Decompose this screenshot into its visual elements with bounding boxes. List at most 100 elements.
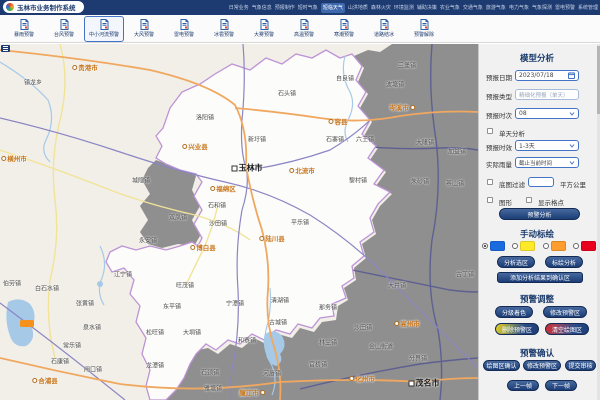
toolbar-item-label: 寒潮预警 — [334, 31, 354, 38]
city-marker-icon — [1, 156, 6, 161]
toolbar-item-2[interactable]: 台风预警 — [44, 16, 84, 42]
topnav-item-5[interactable]: 短临天气 — [321, 3, 345, 13]
topnav-item-11[interactable]: 交通气象 — [463, 4, 483, 11]
level-color-button[interactable]: 分级着色 — [495, 306, 533, 318]
toolbar-item-7[interactable]: 大雾预警 — [244, 16, 284, 42]
warning-doc-icon — [300, 19, 309, 30]
graph-label: 图形 — [499, 197, 512, 207]
chevron-down-icon — [569, 112, 575, 116]
toolbar-item-label: 暴雨预警 — [14, 31, 34, 38]
modify-warning-area-button[interactable]: 修改预警区 — [543, 306, 587, 318]
city-marker-icon — [260, 390, 265, 395]
single-day-checkbox[interactable] — [487, 128, 493, 134]
toolbar-item-label: 冰雹预警 — [214, 31, 234, 38]
toolbar-item-11[interactable]: 预警解除 — [404, 16, 444, 42]
map-label-57: 白石水镇 — [35, 284, 59, 293]
submit-review-button[interactable]: 提交审核 — [565, 360, 596, 371]
prefecture-marker-icon — [232, 165, 238, 171]
forecast-time-row: 预报时次 08 — [479, 108, 600, 120]
forecast-type-input[interactable]: 精细化预报（单天） — [515, 89, 579, 100]
map-label-34: 宁潭镇 — [226, 299, 244, 308]
toolbar-item-6[interactable]: 冰雹预警 — [204, 16, 244, 42]
topnav-item-2[interactable]: 气象信息 — [252, 4, 272, 11]
toolbar-item-8[interactable]: 高温预警 — [284, 16, 324, 42]
radio-icon[interactable] — [573, 243, 579, 249]
radio-icon[interactable] — [512, 243, 518, 249]
toolbar-item-10[interactable]: 道路结冰 — [364, 16, 404, 42]
app-title: 玉林市业务制作系统 — [17, 2, 76, 12]
toolbar-item-4[interactable]: 大风预警 — [124, 16, 164, 42]
chevron-down-icon — [569, 161, 575, 165]
forecast-date-input[interactable]: 2023/07/18 — [515, 70, 579, 81]
delete-warning-area-button[interactable]: 删除预警区 — [495, 323, 539, 335]
toolbar-item-label: 雷电预警 — [174, 31, 194, 38]
map-label-7: 兴业县 — [182, 141, 208, 151]
map-label-1: 贵港市 — [72, 62, 98, 72]
topnav-item-1[interactable]: 日常业务 — [229, 4, 249, 11]
single-day-row: 单天分析 — [479, 126, 600, 138]
map-label-26: 沙田镇 — [209, 219, 227, 228]
radio-icon[interactable] — [543, 243, 549, 249]
map-label-19: 黎村镇 — [349, 176, 367, 185]
graph-checkbox[interactable] — [487, 197, 493, 203]
topnav-item-14[interactable]: 气象探测 — [532, 4, 552, 11]
map-label-56: 伯劳镇 — [3, 279, 21, 288]
city-marker-icon — [32, 378, 37, 383]
map-label-59: 泉水镇 — [83, 323, 101, 332]
map-label-16: 六王镇 — [356, 135, 374, 144]
map-layers-control[interactable] — [1, 45, 10, 52]
toolbar-item-3[interactable]: 中小河流预警 — [84, 16, 124, 42]
grid-checkbox[interactable] — [526, 197, 532, 203]
map-label-2: 横州市 — [1, 153, 27, 163]
topnav-item-16[interactable]: 系统管理 — [578, 4, 598, 11]
validity-select[interactable]: 1-3天 — [515, 140, 579, 151]
filter-checkbox[interactable] — [487, 179, 493, 185]
map-label-21: 茶山镇 — [446, 179, 464, 188]
toolbar-item-1[interactable]: 暴雨预警 — [4, 16, 44, 42]
topnav-item-15[interactable]: 雷电预警 — [555, 4, 575, 11]
validity-row: 预报时效 1-3天 — [479, 140, 600, 152]
add-result-button[interactable]: 添加分析结果到确认区 — [497, 272, 583, 283]
topnav-item-13[interactable]: 电力气象 — [509, 4, 529, 11]
radio-icon[interactable] — [482, 243, 488, 249]
map-label-17: 大隆镇 — [416, 138, 434, 147]
forecast-time-select[interactable]: 08 — [515, 108, 579, 119]
map-label-62: 闸口镇 — [84, 365, 102, 374]
map-label-43: 河唇镇 — [263, 369, 281, 378]
map-area[interactable]: 贵港市横州市镇龙乡洛阳镇石头镇新圩镇兴业县玉林市北流市容县自良镇三堡镇波塘镇岑溪… — [0, 44, 478, 400]
map-label-30: 博白县 — [190, 242, 216, 252]
toolbar-item-label: 大风预警 — [134, 31, 154, 38]
clear-draw-area-button[interactable]: 清空绘图区 — [545, 323, 589, 335]
city-marker-icon — [410, 105, 415, 110]
rain-select[interactable]: 截止当前时间 — [515, 157, 579, 168]
map-label-39: 大垌镇 — [183, 328, 201, 337]
draw-color-option-4[interactable] — [573, 241, 596, 251]
map-label-29: 永安镇 — [139, 236, 157, 245]
topnav-item-4[interactable]: 短时气象 — [298, 4, 318, 11]
draw-color-option-1[interactable] — [482, 241, 505, 251]
city-marker-icon — [72, 65, 77, 70]
warning-analyze-button[interactable]: 预警分析 — [499, 208, 580, 220]
topnav-item-9[interactable]: 辅助决策 — [417, 4, 437, 11]
topnav-item-6[interactable]: 山洪地质 — [348, 4, 368, 11]
filter-area-input[interactable] — [528, 177, 554, 187]
draw-area-confirm-button[interactable]: 绘图区确认 — [483, 360, 520, 371]
topnav-item-7[interactable]: 森林火灾 — [371, 4, 391, 11]
next-frame-button[interactable]: 下一帧 — [545, 380, 577, 391]
toolbar-item-label: 台风预警 — [54, 31, 74, 38]
draw-analyze-button[interactable]: 标绘分析 — [545, 256, 583, 268]
modify-confirm-button[interactable]: 修改预警区 — [523, 360, 561, 371]
topnav-item-8[interactable]: 环境监测 — [394, 4, 414, 11]
rain-row: 实际雨量 截止当前时间 — [479, 157, 600, 169]
draw-color-option-3[interactable] — [543, 241, 566, 251]
prev-frame-button[interactable]: 上一帧 — [507, 380, 539, 391]
topnav-item-12[interactable]: 旅游气象 — [486, 4, 506, 11]
map-label-8: 玉林市 — [232, 163, 263, 174]
toolbar-item-5[interactable]: 雷电预警 — [164, 16, 204, 42]
analyze-region-button[interactable]: 分析选区 — [497, 256, 535, 268]
analysis-panel: 模型分析 预报日期 2023/07/18 预报类型 精细化预报（单天） 预报时次… — [478, 44, 600, 400]
draw-color-option-2[interactable] — [512, 241, 535, 251]
topnav-item-3[interactable]: 预报制作 — [275, 4, 295, 11]
toolbar-item-9[interactable]: 寒潮预警 — [324, 16, 364, 42]
topnav-item-10[interactable]: 农业气象 — [440, 4, 460, 11]
